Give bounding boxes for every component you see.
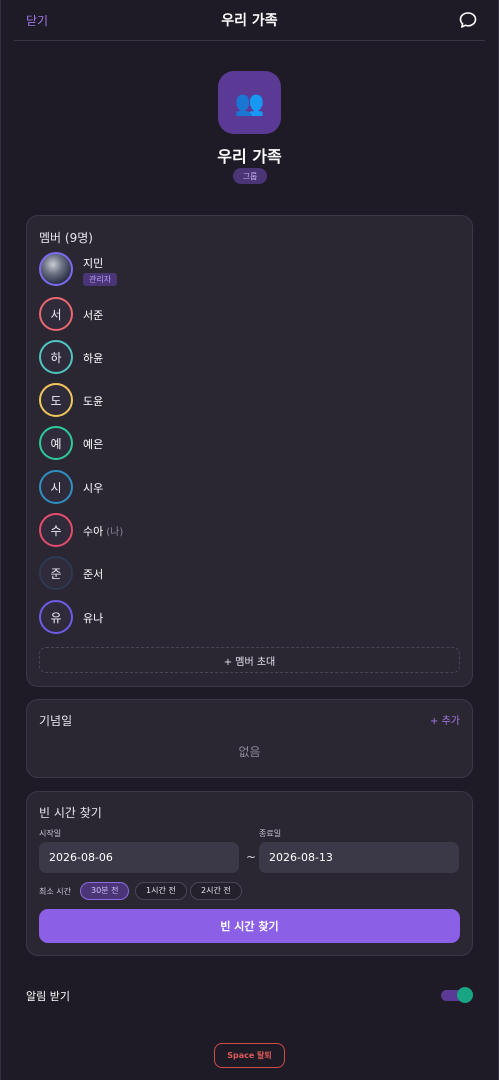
page-title: 우리 가족 (221, 13, 278, 29)
toggle-knob (457, 987, 473, 1003)
min-time-chip-2h[interactable]: 2시간 전 (190, 882, 242, 900)
member-name-text: 서준 (83, 309, 104, 322)
member-name: 시우 (83, 480, 103, 496)
member-row[interactable]: 유 유나 (39, 600, 459, 636)
member-name: 지민 (83, 255, 103, 271)
add-anniversary-button[interactable]: + 추가 (430, 712, 460, 727)
chat-button[interactable] (457, 9, 479, 31)
member-name: 수아 (나) (83, 523, 123, 539)
space-icon: 👥 (218, 71, 281, 134)
anniversaries-title: 기념일 (39, 714, 73, 728)
member-name-text: 준서 (83, 568, 104, 581)
member-row[interactable]: 하 하윤 (39, 340, 459, 376)
invite-member-button[interactable]: + 멤버 초대 (39, 647, 460, 673)
member-name-text: 수아 (83, 525, 104, 538)
member-row[interactable]: 준 준서 (39, 556, 459, 592)
member-name-text: 하윤 (83, 352, 104, 365)
avatar: 시 (39, 470, 73, 504)
notification-toggle[interactable] (441, 986, 473, 1004)
member-name: 서준 (83, 307, 103, 323)
admin-badge: 관리자 (83, 273, 118, 286)
avatar: 예 (39, 426, 73, 460)
avatar: 도 (39, 383, 73, 417)
avatar (39, 252, 73, 286)
space-type-badge: 그룹 (233, 168, 267, 184)
min-time-chip-1h[interactable]: 1시간 전 (135, 882, 187, 900)
member-name: 도윤 (83, 393, 103, 409)
member-row[interactable]: 지민관리자 (39, 252, 459, 288)
free-time-title: 빈 시간 찾기 (39, 806, 102, 820)
notification-label: 알림 받기 (26, 990, 70, 1003)
members-card: 멤버 (9명) 지민 관리자 서 서준 하 하윤 도 도윤 예 예은 시 시우 수 수아 (나) 준 준서 유 유나… (26, 215, 473, 687)
avatar: 수 (39, 513, 73, 547)
leave-space-button[interactable]: Space 탈퇴 (214, 1043, 285, 1068)
avatar: 하 (39, 340, 73, 374)
chat-bubble-icon (459, 12, 477, 28)
avatar: 준 (39, 556, 73, 590)
members-title: 멤버 (9명) (39, 231, 93, 245)
min-time-label: 최소 시간 (39, 887, 71, 896)
member-name-text: 예은 (83, 438, 104, 451)
find-free-time-button[interactable]: 빈 시간 찾기 (39, 909, 460, 943)
member-name: 하윤 (83, 350, 103, 366)
member-name: 유나 (83, 610, 103, 626)
end-date-input[interactable] (259, 842, 459, 873)
anniversaries-card: 기념일 + 추가 없음 (26, 699, 473, 778)
space-name: 우리 가족 (217, 147, 282, 166)
member-name: 예은 (83, 436, 103, 452)
member-row[interactable]: 수 수아 (나) (39, 513, 459, 549)
start-date-label: 시작일 (39, 829, 62, 838)
member-row[interactable]: 시 시우 (39, 470, 459, 506)
avatar: 유 (39, 600, 73, 634)
end-date-label: 종료일 (259, 829, 282, 838)
member-row[interactable]: 예 예은 (39, 426, 459, 462)
member-name-text: 지민 (83, 257, 104, 270)
header-bar: 닫기 우리 가족 (14, 0, 485, 41)
date-range-separator: ~ (246, 850, 257, 864)
member-row[interactable]: 도 도윤 (39, 383, 459, 419)
member-name: 준서 (83, 566, 103, 582)
member-name-text: 시우 (83, 482, 104, 495)
free-time-card: 빈 시간 찾기 시작일 종료일 ~ 최소 시간 30분 전 1시간 전 2시간 … (26, 791, 473, 956)
member-row[interactable]: 서 서준 (39, 297, 459, 333)
start-date-input[interactable] (39, 842, 239, 873)
avatar: 서 (39, 297, 73, 331)
me-indicator: (나) (106, 527, 124, 538)
member-name-text: 유나 (83, 612, 104, 625)
member-name-text: 도윤 (83, 395, 104, 408)
anniversaries-empty: 없음 (238, 745, 261, 759)
min-time-chip-30m[interactable]: 30분 전 (80, 882, 130, 900)
